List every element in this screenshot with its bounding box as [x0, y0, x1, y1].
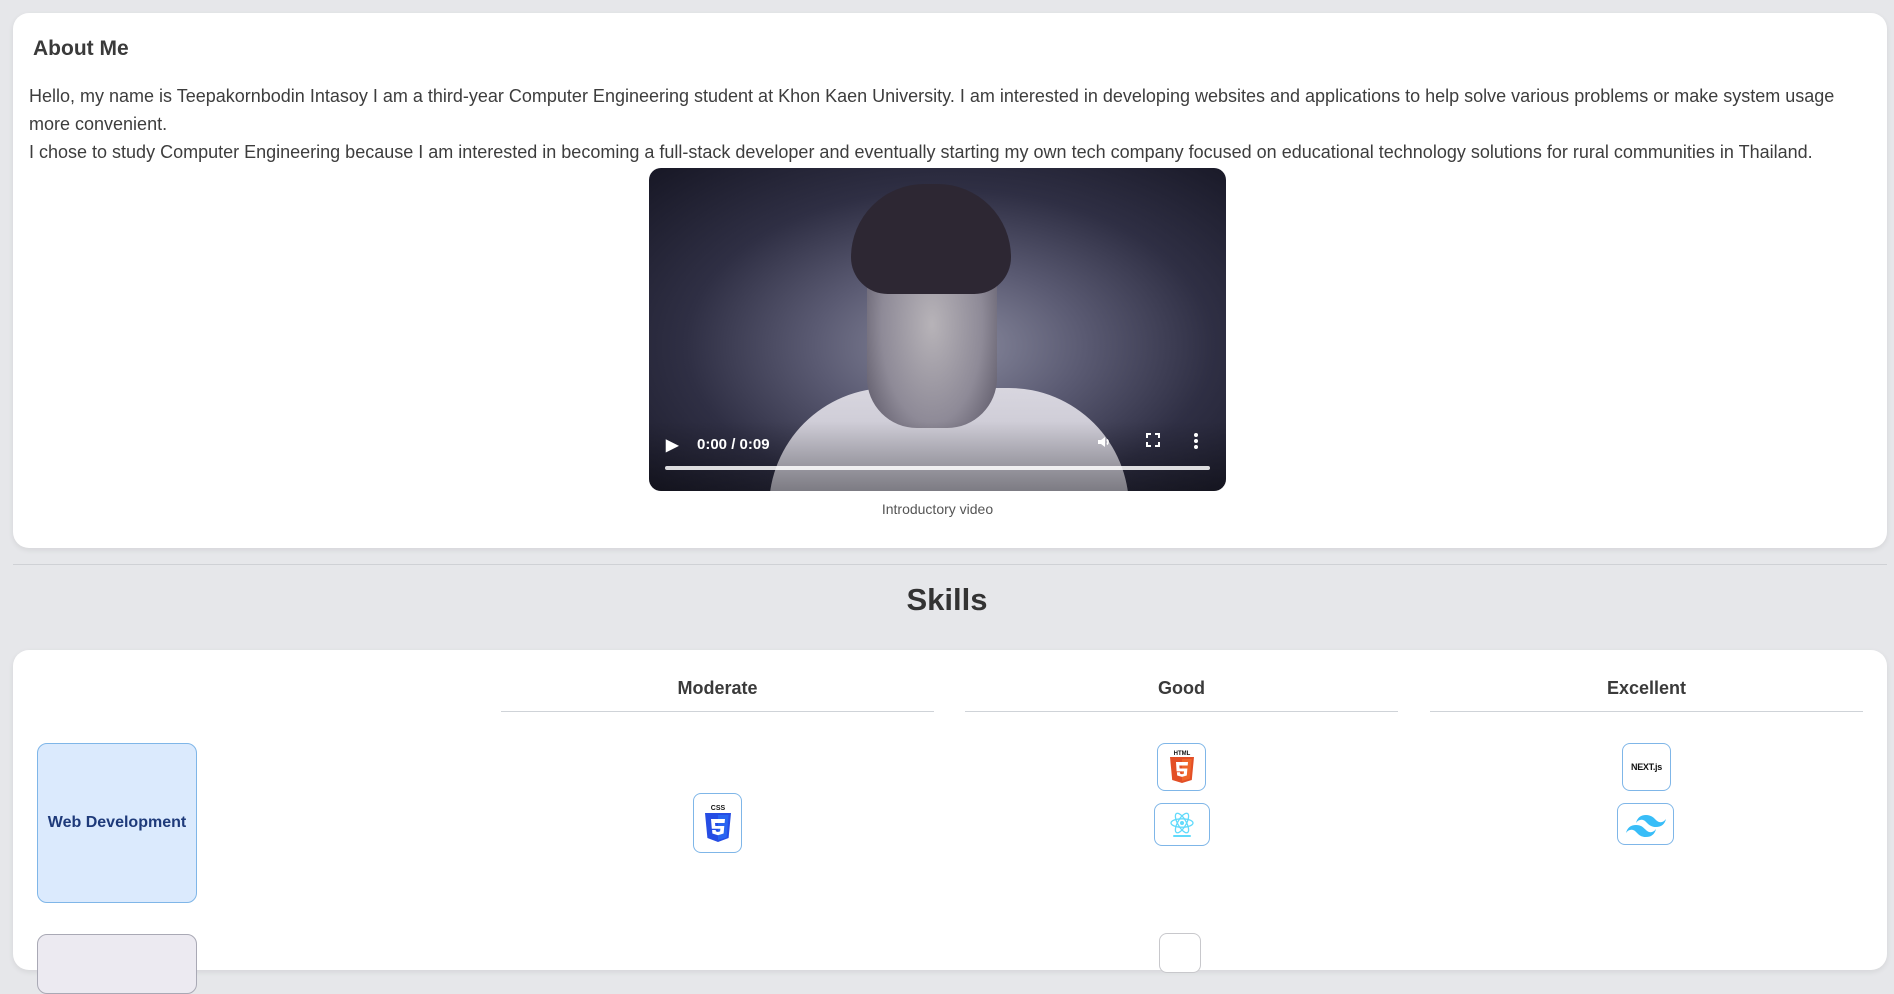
video-controls-bar [649, 421, 1226, 491]
column-header-excellent: Excellent [1430, 678, 1863, 712]
video-frame-hair [851, 184, 1011, 294]
html5-icon[interactable]: HTML [1157, 743, 1206, 791]
play-icon[interactable]: ▶ [666, 435, 678, 455]
css-label: CSS [710, 805, 725, 812]
skill-icon-partial[interactable] [1159, 933, 1201, 973]
nextjs-wordmark: NEXT.js [1631, 762, 1662, 772]
column-header-moderate: Moderate [501, 678, 934, 712]
category-next-row[interactable] [37, 934, 197, 994]
nextjs-icon[interactable]: NEXT.js [1622, 743, 1671, 791]
skills-card: Moderate Good Excellent Web Development … [13, 650, 1887, 994]
more-options-icon[interactable] [1193, 432, 1199, 455]
react-icon[interactable] [1154, 803, 1210, 846]
tailwind-icon[interactable] [1617, 803, 1674, 845]
html-label: HTML [1173, 751, 1190, 757]
video-progress-track[interactable] [665, 466, 1210, 470]
about-me-title: About Me [33, 37, 129, 60]
video-caption: Introductory video [881, 501, 994, 517]
about-paragraph-intro: Hello, my name is Teepakornbodin Intasoy… [29, 86, 1835, 134]
fullscreen-icon[interactable] [1145, 432, 1161, 453]
skills-title: Skills [906, 582, 988, 617]
section-divider [13, 564, 1887, 565]
category-label: Web Development [47, 814, 187, 831]
video-time-display: 0:00 / 0:09 [697, 436, 770, 453]
css3-icon[interactable]: CSS [693, 793, 742, 853]
intro-video-player[interactable]: ▶ 0:00 / 0:09 [649, 168, 1226, 491]
column-header-good: Good [965, 678, 1398, 712]
volume-icon[interactable] [1096, 434, 1112, 455]
about-paragraph-goals: I chose to study Computer Engineering be… [29, 142, 1813, 162]
category-web-development[interactable]: Web Development [37, 743, 197, 903]
